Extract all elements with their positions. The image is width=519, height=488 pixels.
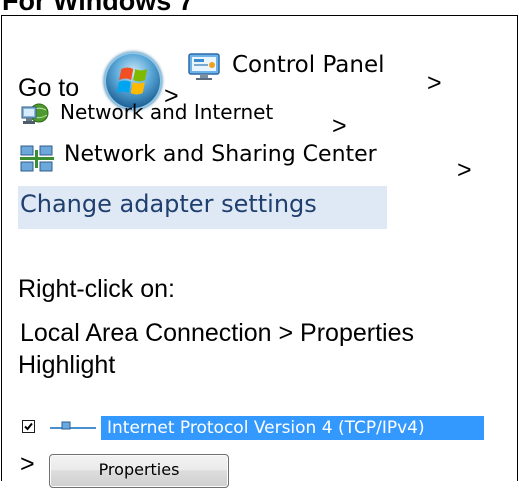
separator: > — [427, 69, 442, 97]
control-panel-icon — [188, 53, 220, 81]
control-panel-link[interactable]: Control Panel — [232, 52, 385, 78]
right-click-instruction: Right-click on: — [18, 275, 175, 303]
separator: > — [20, 450, 35, 478]
network-protocol-icon — [50, 419, 96, 435]
network-internet-icon — [20, 101, 52, 129]
separator: > — [332, 112, 347, 140]
highlight-instruction: Highlight — [18, 351, 116, 379]
network-sharing-icon — [20, 144, 54, 174]
properties-button-label: Properties — [98, 460, 180, 479]
separator: > — [457, 156, 472, 184]
checkbox-icon[interactable] — [22, 420, 35, 433]
local-area-instruction: Local Area Connection > Properties — [20, 319, 414, 347]
change-adapter-link[interactable]: Change adapter settings — [20, 190, 317, 218]
properties-button[interactable]: Properties — [49, 454, 229, 488]
network-sharing-link[interactable]: Network and Sharing Center — [64, 142, 377, 167]
network-internet-link[interactable]: Network and Internet — [60, 100, 273, 124]
go-to-label: Go to — [18, 74, 80, 102]
protocol-ipv4-item[interactable]: Internet Protocol Version 4 (TCP/IPv4) — [101, 416, 484, 440]
protocol-ipv4-label: Internet Protocol Version 4 (TCP/IPv4) — [107, 418, 425, 438]
